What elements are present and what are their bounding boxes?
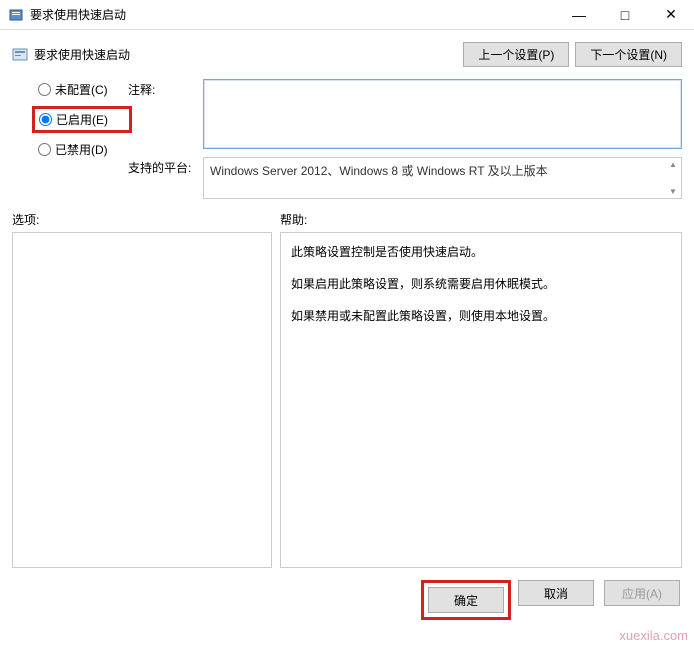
prev-setting-button[interactable]: 上一个设置(P) [463,42,569,67]
header: 要求使用快速启动 上一个设置(P) 下一个设置(N) [0,30,694,75]
help-panel: 此策略设置控制是否使用快速启动。 如果启用此策略设置，则系统需要启用休眠模式。 … [280,232,682,568]
radio-enabled-input[interactable] [39,113,52,126]
app-icon [8,7,24,23]
highlight-ok: 确定 [421,580,511,620]
ok-button[interactable]: 确定 [428,587,504,613]
radio-enabled[interactable]: 已启用(E) [39,111,125,128]
policy-title: 要求使用快速启动 [34,46,463,63]
apply-button[interactable]: 应用(A) [604,580,680,606]
close-button[interactable]: ✕ [648,0,694,30]
footer: 确定 取消 应用(A) [0,568,694,632]
window-title: 要求使用快速启动 [30,6,556,23]
help-label: 帮助: [280,211,307,228]
platform-text: Windows Server 2012、Windows 8 或 Windows … [210,164,548,178]
radio-group: 未配置(C) 已启用(E) 已禁用(D) [38,79,128,199]
help-p2: 如果启用此策略设置，则系统需要启用休眠模式。 [291,275,671,293]
section-labels: 选项: 帮助: [0,199,694,232]
radio-disabled-label: 已禁用(D) [55,141,108,158]
comment-label: 注释: [128,79,203,149]
platform-scroll[interactable]: ▲ ▼ [665,158,681,198]
platform-label: 支持的平台: [128,157,203,199]
radio-disabled-input[interactable] [38,143,51,156]
scroll-up-icon: ▲ [669,160,677,169]
radio-enabled-label: 已启用(E) [56,111,108,128]
maximize-button[interactable]: □ [602,0,648,30]
policy-icon [12,47,28,63]
radio-not-configured-input[interactable] [38,83,51,96]
config-section: 未配置(C) 已启用(E) 已禁用(D) 注释: 支持的平台: Windows … [0,75,694,199]
window-controls: — □ ✕ [556,0,694,30]
fields-column: 注释: 支持的平台: Windows Server 2012、Windows 8… [128,79,682,199]
minimize-button[interactable]: — [556,0,602,30]
platform-box: Windows Server 2012、Windows 8 或 Windows … [203,157,682,199]
highlight-enabled: 已启用(E) [32,106,132,133]
options-panel [12,232,272,568]
comment-textarea[interactable] [203,79,682,149]
scroll-down-icon: ▼ [669,187,677,196]
help-p3: 如果禁用或未配置此策略设置，则使用本地设置。 [291,307,671,325]
radio-disabled[interactable]: 已禁用(D) [38,141,128,158]
help-p1: 此策略设置控制是否使用快速启动。 [291,243,671,261]
titlebar: 要求使用快速启动 — □ ✕ [0,0,694,30]
next-setting-button[interactable]: 下一个设置(N) [575,42,682,67]
radio-not-configured-label: 未配置(C) [55,81,108,98]
radio-not-configured[interactable]: 未配置(C) [38,81,128,98]
panels: 此策略设置控制是否使用快速启动。 如果启用此策略设置，则系统需要启用休眠模式。 … [0,232,694,568]
options-label: 选项: [12,211,280,228]
cancel-button[interactable]: 取消 [518,580,594,606]
